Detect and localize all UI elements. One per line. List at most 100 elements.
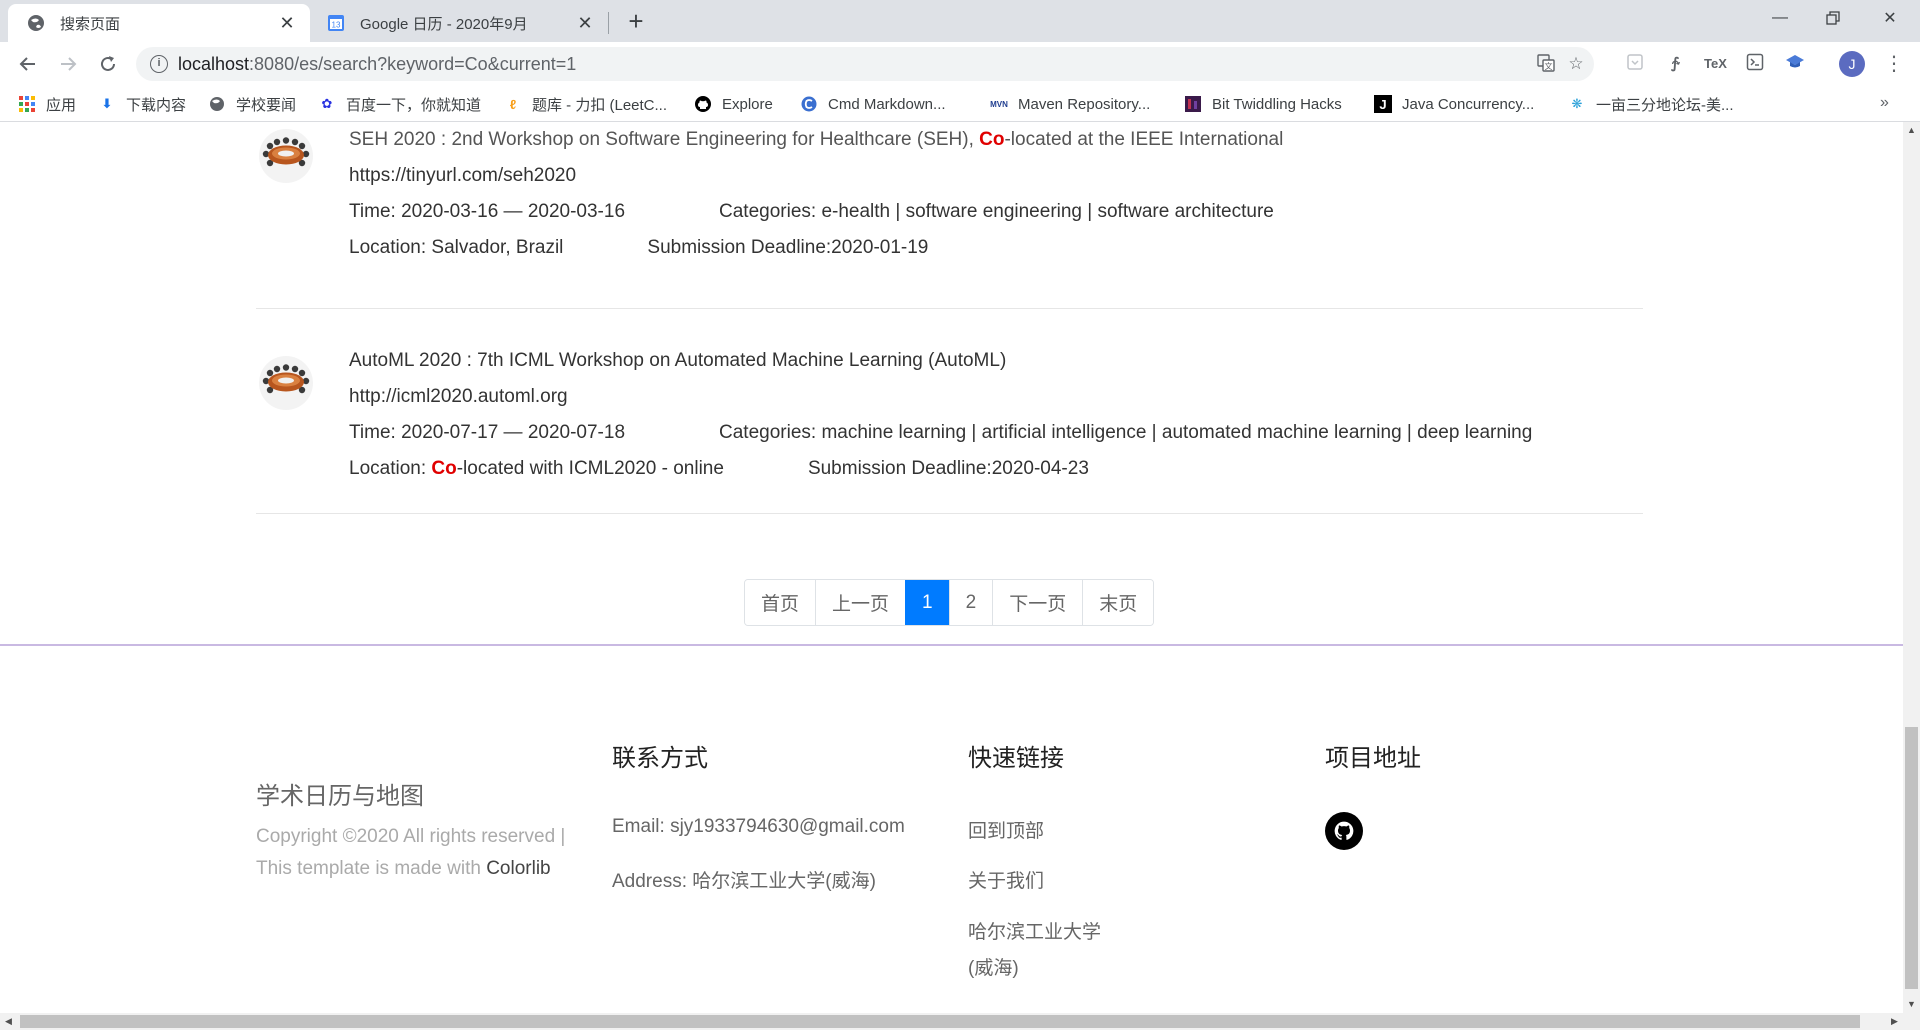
bookmark-github-explore[interactable]: Explore: [694, 94, 773, 114]
bookmark-star-icon[interactable]: ☆: [1566, 54, 1586, 74]
tab-separator: [608, 12, 609, 34]
profile-avatar[interactable]: J: [1839, 51, 1865, 77]
result-url[interactable]: https://tinyurl.com/seh2020: [349, 163, 1643, 199]
site-footer: 学术日历与地图 Copyright ©2020 All rights reser…: [0, 646, 1903, 1013]
close-tab-icon[interactable]: ✕: [574, 12, 596, 34]
bookmark-label: 下载内容: [126, 96, 187, 114]
horizontal-scroll-thumb[interactable]: [20, 1015, 1860, 1028]
pagination-first[interactable]: 首页: [745, 580, 816, 625]
pagination-last[interactable]: 末页: [1082, 580, 1154, 625]
extension-graduation-cap-icon[interactable]: [1784, 53, 1806, 75]
vertical-scrollbar[interactable]: ▲ ▼: [1903, 122, 1920, 1013]
bookmark-apps[interactable]: 应用: [18, 94, 76, 114]
vertical-scroll-thumb[interactable]: [1905, 727, 1918, 989]
result-title[interactable]: SEH 2020 : 2nd Workshop on Software Engi…: [349, 127, 1643, 163]
keyword-highlight: Co: [431, 458, 457, 479]
bookmark-downloads[interactable]: ⬇ 下载内容: [98, 94, 186, 114]
pagination-page-2[interactable]: 2: [948, 580, 993, 625]
browser-tab-strip: 搜索页面 ✕ 13 Google 日历 - 2020年9月 ✕ + — ✕: [0, 0, 1920, 42]
bookmark-school-news[interactable]: 学校要闻: [208, 94, 296, 114]
bookmark-label: 一亩三分地论坛-美...: [1596, 96, 1734, 114]
bookmark-java-concurrency[interactable]: J Java Concurrency...: [1374, 94, 1534, 114]
conference-table-icon: [256, 124, 316, 184]
scroll-down-arrow-icon[interactable]: ▼: [1903, 996, 1920, 1013]
result-deadline: Submission Deadline:2020-01-19: [647, 237, 929, 258]
link-about-us[interactable]: 关于我们: [968, 866, 1044, 893]
bookmarks-overflow-chevron-icon[interactable]: »: [1880, 94, 1889, 112]
result-details: AutoML 2020 : 7th ICML Workshop on Autom…: [349, 348, 1643, 492]
svg-text:文: 文: [1545, 61, 1553, 71]
forward-arrow-icon[interactable]: [54, 50, 82, 78]
page-viewport: SEH 2020 : 2nd Workshop on Software Engi…: [0, 122, 1903, 1013]
bookmark-label: Maven Repository...: [1018, 95, 1151, 113]
footer-contact-heading: 联系方式: [612, 744, 708, 772]
search-result-item[interactable]: SEH 2020 : 2nd Workshop on Software Engi…: [256, 122, 1643, 309]
bookmark-cmd-markdown[interactable]: Cmd Markdown...: [800, 94, 946, 114]
result-location-deadline: Location: Salvador, Brazil Submission Dea…: [349, 235, 1643, 271]
java-j-icon: J: [1374, 95, 1392, 113]
pagination-prev[interactable]: 上一页: [815, 580, 906, 625]
bookmark-leetcode[interactable]: ℓ 题库 - 力扣 (LeetC...: [504, 94, 667, 114]
tab-google-calendar[interactable]: 13 Google 日历 - 2020年9月 ✕: [316, 4, 608, 42]
scroll-up-arrow-icon[interactable]: ▲: [1903, 122, 1920, 139]
site-info-icon[interactable]: i: [150, 55, 168, 73]
scroll-left-arrow-icon[interactable]: ◀: [0, 1013, 17, 1030]
cmd-markdown-icon: [800, 95, 818, 113]
tab-search-page[interactable]: 搜索页面 ✕: [8, 4, 310, 42]
bookmark-label: 应用: [46, 96, 77, 114]
close-tab-icon[interactable]: ✕: [276, 12, 298, 34]
baidu-paw-icon: ✿: [321, 96, 333, 111]
address-bar[interactable]: i localhost:8080/es/search?keyword=Co&cu…: [136, 47, 1594, 81]
conference-table-icon: [256, 351, 316, 411]
bookmark-label: Cmd Markdown...: [828, 95, 946, 113]
close-window-icon[interactable]: ✕: [1860, 0, 1920, 36]
link-hit-line-2[interactable]: (威海): [968, 953, 1019, 980]
result-categories: Categories: e-health | software engineer…: [719, 201, 1274, 222]
bookmark-label: Java Concurrency...: [1402, 95, 1535, 113]
extension-terminal-icon[interactable]: [1744, 53, 1766, 75]
github-icon[interactable]: [1325, 812, 1363, 850]
extension-pocket-icon[interactable]: [1624, 53, 1646, 75]
pagination-page-1[interactable]: 1: [905, 580, 949, 625]
google-calendar-icon: 13: [326, 13, 346, 33]
bookmarks-bar: 应用 ⬇ 下载内容 学校要闻 ✿ 百度一下，你就知道 ℓ 题库 - 力扣 (LeetC…: [0, 86, 1920, 122]
search-result-item[interactable]: AutoML 2020 : 7th ICML Workshop on Autom…: [256, 309, 1643, 514]
globe-icon: [26, 13, 46, 33]
link-back-to-top[interactable]: 回到顶部: [968, 816, 1044, 843]
url-text[interactable]: localhost:8080/es/search?keyword=Co&curr…: [178, 54, 576, 75]
minimize-window-icon[interactable]: —: [1750, 0, 1810, 36]
bookmark-maven[interactable]: MVN Maven Repository...: [990, 94, 1150, 114]
extension-tex-icon[interactable]: TeX: [1704, 53, 1727, 75]
new-tab-plus-icon[interactable]: +: [622, 8, 650, 36]
keyword-highlight: Co: [979, 129, 1005, 150]
browser-menu-icon[interactable]: ⋮: [1884, 52, 1904, 76]
extension-math-icon[interactable]: ∱: [1664, 53, 1686, 75]
browser-toolbar: i localhost:8080/es/search?keyword=Co&cu…: [0, 42, 1920, 86]
back-arrow-icon[interactable]: [14, 50, 42, 78]
result-categories: Categories: machine learning | artificia…: [719, 422, 1533, 443]
bookmark-baidu[interactable]: ✿ 百度一下，你就知道: [318, 94, 481, 114]
result-url[interactable]: http://icml2020.automl.org: [349, 384, 1643, 420]
bookmark-1point3acres[interactable]: ❋ 一亩三分地论坛-美...: [1568, 94, 1734, 114]
bookmark-label: 学校要闻: [236, 96, 297, 114]
result-title[interactable]: AutoML 2020 : 7th ICML Workshop on Autom…: [349, 348, 1643, 384]
apps-grid-icon: [18, 95, 36, 113]
reload-icon[interactable]: [94, 50, 122, 78]
link-hit-line-1[interactable]: 哈尔滨工业大学: [968, 917, 1101, 944]
bookmark-bit-twiddling[interactable]: Bit Twiddling Hacks: [1184, 94, 1342, 114]
footer-links-heading: 快速链接: [968, 744, 1064, 772]
colorlib-link[interactable]: Colorlib: [486, 858, 550, 879]
bit-twiddling-icon: [1184, 95, 1202, 113]
pagination-next[interactable]: 下一页: [992, 580, 1083, 625]
translate-icon[interactable]: 文: [1536, 54, 1556, 74]
footer-brand: 学术日历与地图: [256, 782, 424, 810]
horizontal-scrollbar[interactable]: ◀ ▶: [0, 1013, 1920, 1030]
restore-window-icon[interactable]: [1803, 0, 1863, 36]
title-text: AutoML 2020 : 7th ICML Workshop on Autom…: [349, 350, 1007, 371]
result-location: -located with ICML2020 - online: [456, 458, 724, 479]
github-icon: [694, 95, 712, 113]
result-location-deadline: Location: Co-located with ICML2020 - onl…: [349, 456, 1643, 492]
bookmark-label: Explore: [722, 95, 773, 113]
tab-title: Google 日历 - 2020年9月: [360, 15, 528, 33]
scroll-right-arrow-icon[interactable]: ▶: [1886, 1013, 1903, 1030]
